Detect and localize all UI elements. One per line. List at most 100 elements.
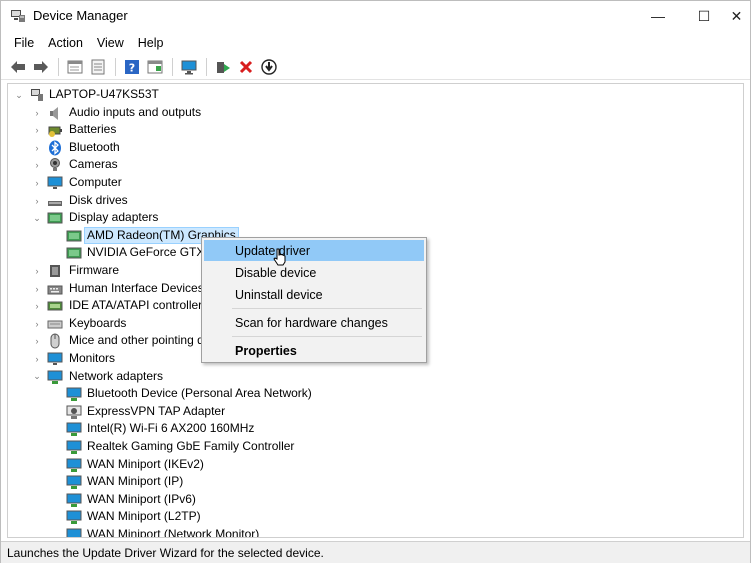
chevron-right-icon[interactable]: › — [32, 301, 42, 311]
display-adapter-icon — [66, 228, 82, 244]
help-button[interactable]: ? — [122, 57, 142, 77]
update-driver-icon — [217, 61, 230, 73]
tree-category-batteries[interactable]: › Batteries — [8, 121, 308, 139]
forward-button[interactable] — [31, 57, 51, 77]
camera-icon — [47, 157, 63, 173]
tree-category-computer[interactable]: › Computer — [8, 174, 308, 192]
network-adapter-icon — [66, 386, 82, 402]
category-label: Bluetooth — [69, 139, 120, 154]
chevron-right-icon[interactable]: › — [32, 125, 42, 135]
device-label: ExpressVPN TAP Adapter — [87, 403, 226, 418]
tree-category-display-adapters[interactable]: ⌄ Display adapters — [8, 209, 308, 227]
device-label: Bluetooth Device (Personal Area Network) — [87, 386, 312, 401]
device-label: WAN Miniport (IP) — [87, 474, 184, 489]
status-text: Launches the Update Driver Wizard for th… — [7, 545, 324, 560]
uninstall-device-menu-item[interactable]: Uninstall device — [204, 284, 424, 305]
chevron-right-icon[interactable]: › — [32, 108, 42, 118]
menu-help[interactable]: Help — [131, 34, 171, 52]
network-adapter-icon — [66, 492, 82, 508]
firmware-chip-icon — [47, 263, 63, 279]
chevron-right-icon[interactable]: › — [32, 143, 42, 153]
chevron-right-icon[interactable]: › — [32, 196, 42, 206]
battery-icon — [47, 122, 63, 138]
ide-controller-icon — [47, 298, 63, 314]
tree-device-network[interactable]: Realtek Gaming GbE Family Controller — [8, 438, 408, 456]
enable-device-button[interactable] — [259, 57, 279, 77]
vpn-adapter-icon — [66, 404, 82, 420]
disk-drive-icon — [47, 193, 63, 209]
resource-view-button[interactable] — [145, 57, 165, 77]
tree-root[interactable]: ⌄ LAPTOP-U47KS53T — [8, 86, 308, 104]
update-driver-menu-item[interactable]: Update driver — [204, 240, 424, 261]
network-adapter-icon — [66, 457, 82, 473]
maximize-button[interactable]: ☐ — [681, 1, 727, 31]
tree-device-network[interactable]: ExpressVPN TAP Adapter — [8, 403, 408, 421]
tree-device-network[interactable]: Intel(R) Wi-Fi 6 AX200 160MHz — [8, 420, 408, 438]
close-button[interactable]: ✕ — [723, 1, 750, 31]
scan-hardware-button[interactable] — [179, 57, 199, 77]
disable-device-menu-item[interactable]: Disable device — [204, 262, 424, 283]
chevron-right-icon[interactable]: › — [32, 284, 42, 294]
back-button[interactable] — [8, 57, 28, 77]
speaker-icon — [47, 105, 63, 121]
network-adapter-icon — [66, 439, 82, 455]
category-label: Network adapters — [69, 368, 164, 383]
chevron-down-icon[interactable]: ⌄ — [14, 90, 24, 100]
scan-hardware-menu-item[interactable]: Scan for hardware changes — [204, 312, 424, 333]
hand-cursor-icon — [273, 248, 286, 266]
tree-category-cameras[interactable]: › Cameras — [8, 156, 308, 174]
device-manager-app-icon — [11, 10, 25, 22]
menu-action[interactable]: Action — [41, 34, 90, 52]
tree-category-audio[interactable]: › Audio inputs and outputs — [8, 104, 308, 122]
resource-view-icon — [147, 60, 163, 73]
bluetooth-icon — [47, 140, 63, 156]
help-icon: ? — [125, 59, 139, 74]
category-label: Firmware — [69, 263, 119, 277]
tree-device-network[interactable]: WAN Miniport (IKEv2) — [8, 456, 408, 474]
chevron-right-icon[interactable]: › — [32, 319, 42, 329]
menu-separator — [232, 308, 422, 309]
network-adapter-icon — [47, 369, 63, 385]
chevron-right-icon[interactable]: › — [32, 336, 42, 346]
toolbar-separator — [115, 57, 116, 76]
device-label: NVIDIA GeForce GTX 1 — [87, 245, 215, 260]
monitor-icon — [47, 351, 63, 367]
properties-menu-item[interactable]: Properties — [204, 340, 424, 361]
chevron-down-icon[interactable]: ⌄ — [32, 213, 42, 223]
category-label: IDE ATA/ATAPI controllers — [69, 298, 209, 313]
update-driver-button[interactable] — [213, 57, 233, 77]
minimize-button[interactable]: — — [635, 1, 681, 31]
tree-device-network[interactable]: WAN Miniport (Network Monitor) — [8, 526, 408, 537]
forward-arrow-icon — [34, 60, 48, 73]
device-label: Realtek Gaming GbE Family Controller — [87, 439, 295, 453]
mouse-icon — [47, 333, 63, 349]
category-label: Computer — [69, 175, 122, 189]
tree-device-network[interactable]: WAN Miniport (L2TP) — [8, 508, 408, 526]
menu-separator — [232, 336, 422, 337]
download-icon — [261, 58, 277, 75]
uninstall-device-button[interactable] — [236, 57, 256, 77]
properties-icon — [67, 60, 83, 73]
tree-device-network[interactable]: Bluetooth Device (Personal Area Network) — [8, 385, 408, 403]
category-label: Mice and other pointing d — [69, 333, 204, 348]
chevron-right-icon[interactable]: › — [32, 266, 42, 276]
chevron-right-icon[interactable]: › — [32, 178, 42, 188]
network-adapter-icon — [66, 509, 82, 525]
tree-device-network[interactable]: WAN Miniport (IPv6) — [8, 491, 408, 509]
menu-file[interactable]: File — [7, 34, 41, 52]
back-arrow-icon — [11, 60, 25, 73]
menu-view[interactable]: View — [90, 34, 131, 52]
chevron-down-icon[interactable]: ⌄ — [32, 371, 42, 382]
tree-category-bluetooth[interactable]: › Bluetooth — [8, 139, 308, 157]
tree-device-network[interactable]: WAN Miniport (IP) — [8, 473, 408, 491]
toolbar: ? — [1, 54, 750, 80]
context-menu: Update driver Disable device Uninstall d… — [201, 237, 427, 363]
category-label: Display adapters — [69, 210, 159, 225]
device-list-button[interactable] — [88, 57, 108, 77]
hid-keyboard-icon — [47, 281, 63, 297]
chevron-right-icon[interactable]: › — [32, 160, 42, 170]
tree-category-disk-drives[interactable]: › Disk drives — [8, 192, 308, 210]
chevron-right-icon[interactable]: › — [32, 354, 42, 364]
tree-category-network-adapters[interactable]: ⌄ Network adapters — [8, 368, 308, 386]
properties-button[interactable] — [65, 57, 85, 77]
